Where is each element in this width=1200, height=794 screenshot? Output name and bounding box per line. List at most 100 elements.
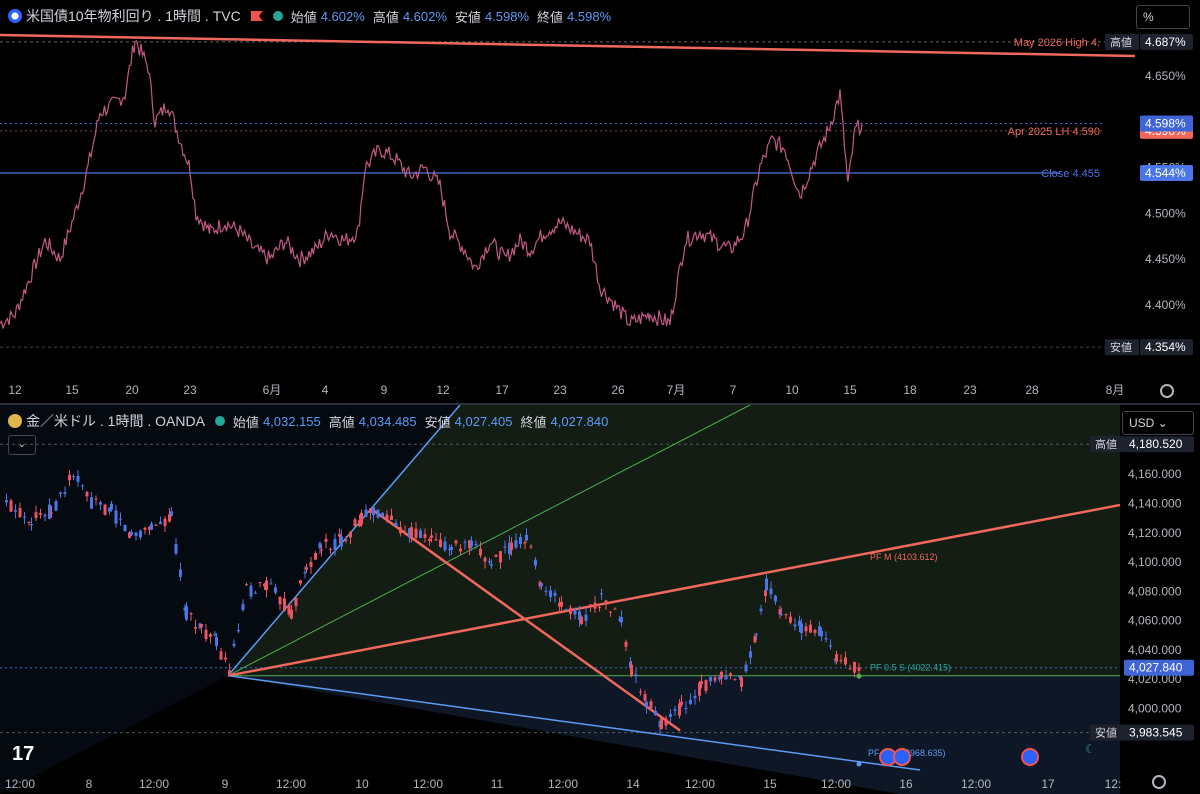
candle-body xyxy=(620,617,623,623)
gold-chart-pane[interactable]: PF M (4103.612) PF 0.5 S (4022.415) PF 396… xyxy=(0,405,1200,794)
candle-body xyxy=(553,592,557,596)
candle-body xyxy=(338,533,341,537)
y-tick-label: 4,060.000 xyxy=(1128,614,1182,628)
candle-body xyxy=(580,616,583,624)
x-tick-label: 12:00 xyxy=(5,777,35,791)
flag-marker-icon xyxy=(250,11,263,21)
gold-symbol[interactable]: 金／米ドル . 1時間 . OANDA xyxy=(26,411,205,431)
candle-body xyxy=(353,519,357,527)
yield-price-series xyxy=(0,40,863,330)
candle-body xyxy=(835,654,838,662)
candle-body xyxy=(774,595,777,602)
candle-body xyxy=(584,614,588,621)
candle-body xyxy=(410,527,413,538)
yield-chart-pane[interactable]: 4.650%4.550%4.500%4.450%4.400%May 2026 H… xyxy=(0,0,1200,403)
candle-body xyxy=(693,696,697,699)
y-tick-label: 4,120.000 xyxy=(1128,526,1182,540)
candle-body xyxy=(673,709,677,711)
candle-body xyxy=(179,569,182,577)
candle-body xyxy=(68,474,71,481)
candle-body xyxy=(154,524,158,526)
candle-body xyxy=(103,504,107,516)
candle-body xyxy=(824,638,828,640)
candle-body xyxy=(813,630,817,633)
candle-body xyxy=(48,504,51,519)
price-line-label: Apr 2025 LH 4.590 xyxy=(1008,126,1100,138)
candle-body xyxy=(59,492,62,494)
candle-body xyxy=(170,511,173,516)
currency-selector[interactable]: USD ⌄ xyxy=(1122,411,1194,435)
x-tick-label: 12:00 xyxy=(685,777,715,791)
candle-body xyxy=(704,680,708,691)
candle-body xyxy=(820,630,823,637)
candle-body xyxy=(265,580,268,591)
candle-body xyxy=(459,548,462,552)
candle-body xyxy=(340,536,343,547)
candle-body xyxy=(499,551,502,563)
candle-body xyxy=(5,500,8,503)
candle-body xyxy=(372,507,375,516)
candle-body xyxy=(540,583,543,586)
pf-point xyxy=(856,761,862,767)
x-tick-label: 12:00 xyxy=(139,777,169,791)
y-tick-label: 4.450% xyxy=(1145,252,1186,266)
candle-body xyxy=(299,580,302,584)
candle-body xyxy=(634,674,638,677)
chevron-down-icon[interactable]: ⌄ xyxy=(8,435,36,455)
x-tick-label: 7月 xyxy=(667,383,686,397)
candle-body xyxy=(488,561,491,563)
candle-body xyxy=(394,522,398,527)
x-tick-label: 9 xyxy=(381,383,388,397)
y-tick-label: 4.400% xyxy=(1145,298,1186,312)
candle-body xyxy=(269,583,273,585)
value-tag: 4.544% xyxy=(1145,166,1186,180)
yield-symbol[interactable]: 米国債10年物利回り . 1時間 . TVC xyxy=(26,6,241,26)
gold-chart-canvas[interactable]: PF M (4103.612) PF 0.5 S (4022.415) PF 396… xyxy=(0,405,1200,794)
candle-body xyxy=(209,634,212,637)
candle-body xyxy=(54,501,58,511)
x-tick-label: 23 xyxy=(553,383,567,397)
x-tick-label: 14 xyxy=(626,777,640,791)
low-value: 4,027.405 xyxy=(454,413,513,429)
open-label: 始値 xyxy=(232,414,259,430)
candle-body xyxy=(123,525,127,532)
candle-body xyxy=(654,710,657,716)
gear-icon[interactable] xyxy=(1152,775,1166,789)
yield-chart-canvas[interactable]: 4.650%4.550%4.500%4.450%4.400%May 2026 H… xyxy=(0,0,1200,403)
candle-body xyxy=(564,609,568,611)
us-flag-icon xyxy=(8,9,22,23)
candle-body xyxy=(309,561,313,567)
yield-legend: 米国債10年物利回り . 1時間 . TVC 始値 4.602% 高値 4.602%… xyxy=(8,6,611,26)
unit-selector[interactable]: % xyxy=(1136,5,1190,29)
candle-body xyxy=(294,597,298,606)
candle-body xyxy=(678,703,681,716)
candle-body xyxy=(569,607,572,614)
candle-body xyxy=(254,592,257,594)
x-tick-label: 11 xyxy=(491,777,504,791)
x-tick-label: 6月 xyxy=(263,383,282,397)
candle-body xyxy=(669,713,672,717)
candle-body xyxy=(800,623,803,633)
candle-body xyxy=(649,701,653,708)
candle-body xyxy=(660,718,663,730)
candle-body xyxy=(274,587,277,593)
candle-body xyxy=(27,521,31,523)
candle-body xyxy=(30,524,33,526)
x-tick-label: 17 xyxy=(1041,777,1055,791)
candle-body xyxy=(450,546,453,551)
pf-s-label: PF xyxy=(868,748,880,758)
y-tick-label: 4,000.000 xyxy=(1128,702,1182,716)
candle-body xyxy=(414,528,418,538)
candle-body xyxy=(403,532,407,534)
x-tick-label: 12 xyxy=(8,383,22,397)
candle-body xyxy=(598,607,601,609)
close-label: 終値 xyxy=(537,9,564,25)
candle-body xyxy=(765,578,768,591)
candle-body xyxy=(278,596,282,605)
gear-icon[interactable] xyxy=(1160,384,1174,398)
candle-body xyxy=(232,643,236,647)
x-tick-label: 15 xyxy=(843,383,857,397)
candle-body xyxy=(689,699,692,704)
candle-body xyxy=(740,677,743,688)
x-tick-label: 12: xyxy=(1105,777,1122,791)
